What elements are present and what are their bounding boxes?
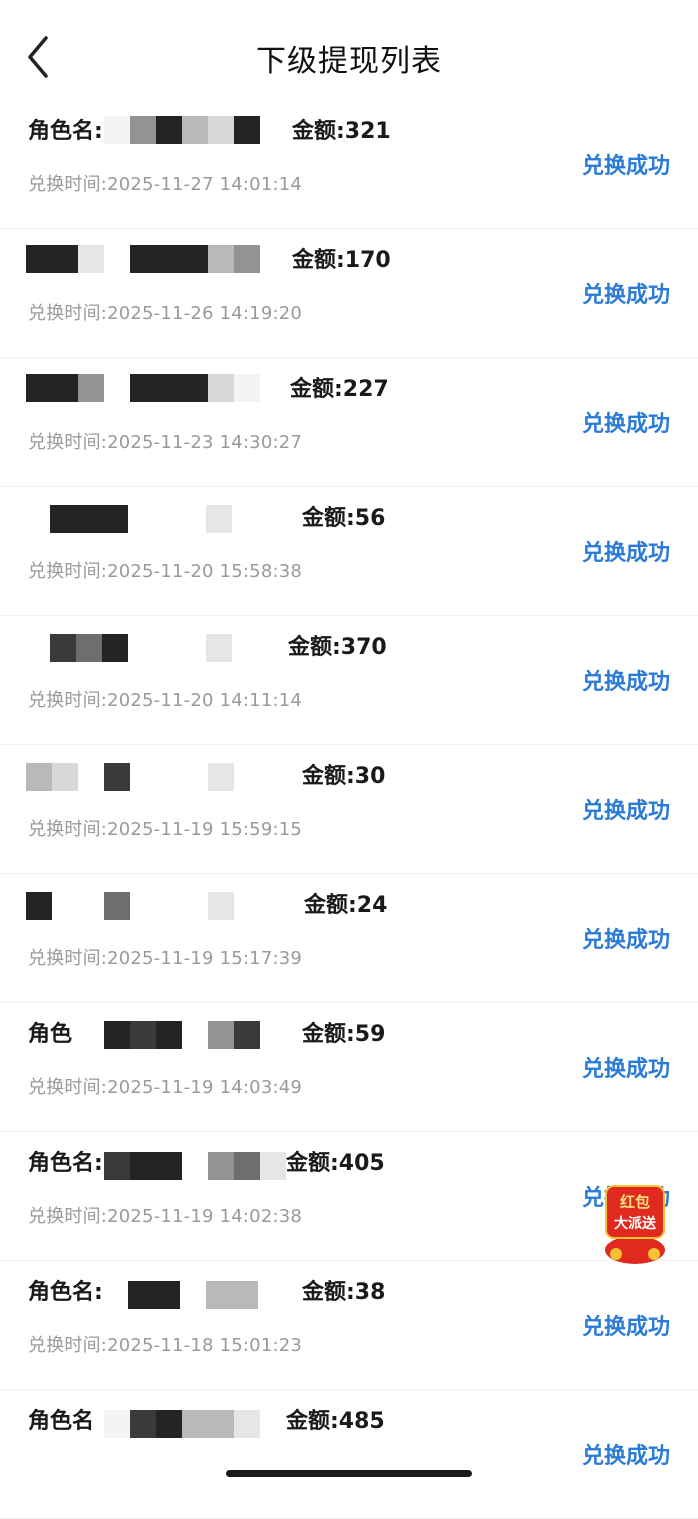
role-name: 角色名: — [28, 1280, 103, 1305]
role-name: 角色名: — [28, 119, 103, 144]
amount: 金额:405 — [286, 1151, 385, 1176]
amount: 金额:370 — [288, 635, 387, 660]
exchange-time: 兑换时间:2025-11-19 14:03:49 — [28, 1077, 303, 1098]
list-item[interactable]: 角色名 金额:485 兑换成功 — [0, 1390, 698, 1519]
role-name: 角色名: — [28, 1151, 103, 1176]
status-text[interactable]: 兑换成功 — [582, 148, 670, 180]
amount: 金额:38 — [302, 1280, 386, 1305]
list-item[interactable]: 角色名: 金额:38 兑换时间:2025-11-18 15:01:23 兑换成功 — [0, 1261, 698, 1390]
top-bar: 下级提现列表 — [0, 0, 698, 100]
list-item[interactable]: 金额:24 兑换时间:2025-11-19 15:17:39 兑换成功 — [0, 874, 698, 1003]
censored-name — [50, 505, 232, 533]
censored-name — [26, 892, 234, 920]
exchange-time: 兑换时间:2025-11-19 15:59:15 — [28, 819, 303, 840]
amount: 金额:485 — [286, 1409, 385, 1434]
list-item[interactable]: 角色名: 金额:321 兑换时间:2025-11-27 14:01:14 兑换成… — [0, 100, 698, 229]
amount: 金额:24 — [304, 893, 388, 918]
withdrawal-list: 角色名: 金额:321 兑换时间:2025-11-27 14:01:14 兑换成… — [0, 100, 698, 1519]
censored-name — [26, 374, 260, 402]
list-item[interactable]: 金额:170 兑换时间:2025-11-26 14:19:20 兑换成功 — [0, 229, 698, 358]
amount: 金额:56 — [302, 506, 386, 531]
censored-name — [104, 1152, 286, 1180]
status-text[interactable]: 兑换成功 — [582, 793, 670, 825]
role-name: 角色 — [28, 1022, 73, 1047]
exchange-time: 兑换时间:2025-11-20 14:11:14 — [28, 690, 303, 711]
status-text[interactable]: 兑换成功 — [582, 1309, 670, 1341]
status-text[interactable]: 兑换成功 — [582, 277, 670, 309]
role-name: 角色名 — [28, 1409, 95, 1434]
amount: 金额:227 — [290, 377, 389, 402]
censored-name — [128, 1281, 258, 1309]
censored-name — [104, 116, 260, 144]
exchange-time: 兑换时间:2025-11-19 14:02:38 — [28, 1206, 303, 1227]
home-indicator[interactable] — [226, 1470, 472, 1477]
status-text[interactable]: 兑换成功 — [582, 535, 670, 567]
censored-name — [104, 1021, 260, 1049]
red-packet-promo[interactable]: 红包 大派送 — [594, 1180, 676, 1268]
promo-line2: 大派送 — [614, 1215, 657, 1232]
amount: 金额:170 — [292, 248, 391, 273]
list-item[interactable]: 金额:30 兑换时间:2025-11-19 15:59:15 兑换成功 — [0, 745, 698, 874]
censored-name — [26, 245, 260, 273]
censored-name — [104, 1410, 260, 1438]
status-text[interactable]: 兑换成功 — [582, 1051, 670, 1083]
red-packet-icon: 红包 大派送 — [605, 1185, 665, 1264]
amount: 金额:321 — [292, 119, 391, 144]
censored-name — [50, 634, 232, 662]
exchange-time: 兑换时间:2025-11-23 14:30:27 — [28, 432, 303, 453]
list-item[interactable]: 金额:56 兑换时间:2025-11-20 15:58:38 兑换成功 — [0, 487, 698, 616]
exchange-time: 兑换时间:2025-11-19 15:17:39 — [28, 948, 303, 969]
list-item[interactable]: 金额:370 兑换时间:2025-11-20 14:11:14 兑换成功 — [0, 616, 698, 745]
promo-line1: 红包 — [620, 1193, 650, 1211]
exchange-time: 兑换时间:2025-11-18 15:01:23 — [28, 1335, 303, 1356]
status-text[interactable]: 兑换成功 — [582, 406, 670, 438]
status-text[interactable]: 兑换成功 — [582, 1438, 670, 1470]
censored-name — [26, 763, 234, 791]
amount: 金额:30 — [302, 764, 386, 789]
exchange-time: 兑换时间:2025-11-20 15:58:38 — [28, 561, 303, 582]
exchange-time: 兑换时间:2025-11-26 14:19:20 — [28, 303, 303, 324]
page-title: 下级提现列表 — [256, 44, 442, 79]
status-text[interactable]: 兑换成功 — [582, 922, 670, 954]
exchange-time: 兑换时间:2025-11-27 14:01:14 — [28, 174, 303, 195]
list-item[interactable]: 角色 金额:59 兑换时间:2025-11-19 14:03:49 兑换成功 — [0, 1003, 698, 1132]
status-text[interactable]: 兑换成功 — [582, 664, 670, 696]
amount: 金额:59 — [302, 1022, 386, 1047]
list-item[interactable]: 金额:227 兑换时间:2025-11-23 14:30:27 兑换成功 — [0, 358, 698, 487]
